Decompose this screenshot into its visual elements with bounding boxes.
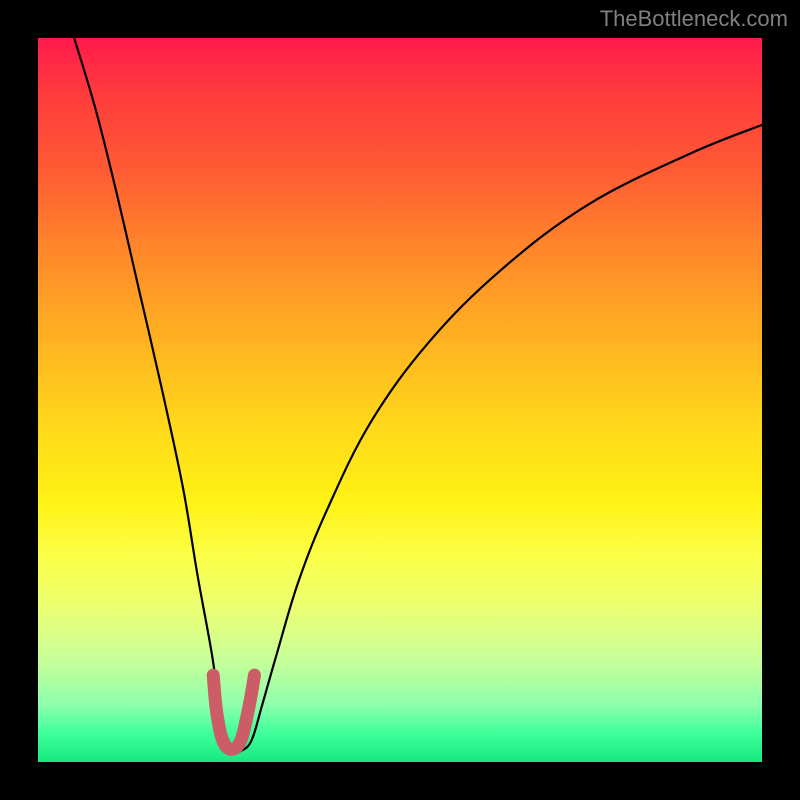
bottleneck-curve bbox=[74, 38, 762, 753]
plot-area bbox=[38, 38, 762, 762]
chart-frame: TheBottleneck.com bbox=[0, 0, 800, 800]
chart-svg bbox=[38, 38, 762, 762]
optimal-marker bbox=[213, 675, 254, 749]
watermark-text: TheBottleneck.com bbox=[600, 6, 788, 32]
